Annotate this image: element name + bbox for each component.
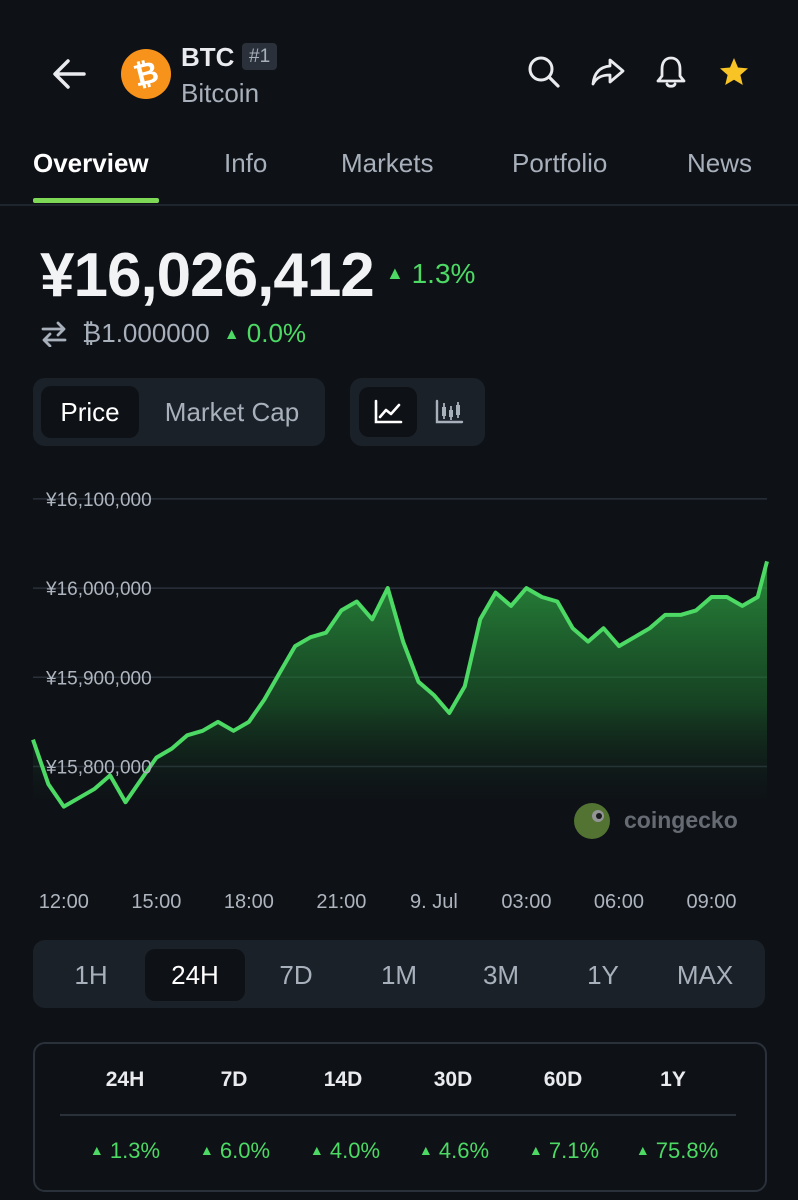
star-icon bbox=[720, 58, 748, 85]
tab-divider bbox=[0, 204, 798, 206]
perf-value-14d: ▲ 4.0% bbox=[309, 1138, 381, 1163]
range-1y[interactable]: 1Y bbox=[553, 949, 653, 1001]
x-tick-label: 09:00 bbox=[686, 891, 736, 913]
price-area-fill bbox=[33, 561, 767, 820]
perf-header-60d: 60D bbox=[543, 1068, 583, 1091]
btc-change: ▲ 0.0% bbox=[223, 318, 307, 348]
perf-value-30d: ▲ 4.6% bbox=[418, 1138, 490, 1163]
watermark-text: coingecko bbox=[624, 807, 738, 833]
y-tick-label: ¥16,100,000 bbox=[45, 490, 152, 511]
performance-table bbox=[33, 1042, 767, 1192]
y-tick-label: ¥15,800,000 bbox=[45, 757, 152, 778]
x-tick-label: 15:00 bbox=[131, 891, 181, 913]
share-icon bbox=[591, 58, 625, 86]
btc-price: ₿1.000000 bbox=[82, 318, 210, 348]
tab-info[interactable]: Info bbox=[224, 148, 267, 179]
swap-icon bbox=[41, 321, 67, 347]
active-tab-indicator bbox=[33, 198, 159, 203]
x-tick-label: 9. Jul bbox=[410, 891, 458, 913]
range-1h[interactable]: 1H bbox=[41, 949, 141, 1001]
perf-header-30d: 30D bbox=[433, 1068, 473, 1091]
tab-portfolio[interactable]: Portfolio bbox=[512, 148, 607, 179]
share-button[interactable] bbox=[588, 52, 628, 92]
perf-header-14d: 14D bbox=[323, 1068, 363, 1091]
rank-badge: #1 bbox=[242, 43, 278, 70]
perf-value-60d: ▲ 7.1% bbox=[528, 1138, 600, 1163]
y-tick-label: ¥15,900,000 bbox=[45, 668, 152, 689]
perf-divider bbox=[60, 1114, 736, 1116]
perf-header-1y: 1Y bbox=[660, 1068, 686, 1091]
coin-name: Bitcoin bbox=[181, 78, 260, 108]
tab-markets[interactable]: Markets bbox=[341, 148, 433, 179]
tab-news[interactable]: News bbox=[687, 148, 752, 179]
y-tick-label: ¥16,000,000 bbox=[45, 579, 152, 600]
coingecko-watermark: coingecko bbox=[574, 803, 738, 839]
up-triangle-icon: ▲ bbox=[528, 1142, 543, 1158]
up-triangle-icon: ▲ bbox=[89, 1142, 104, 1158]
alert-button[interactable] bbox=[651, 52, 691, 92]
range-3m[interactable]: 3M bbox=[451, 949, 551, 1001]
up-triangle-icon: ▲ bbox=[418, 1142, 433, 1158]
price-chart-svg: ¥16,100,000 ¥16,000,000 ¥15,900,000 ¥15,800… bbox=[31, 490, 769, 913]
up-triangle-icon: ▲ bbox=[223, 326, 240, 343]
up-triangle-icon: ▲ bbox=[635, 1142, 650, 1158]
market-cap-toggle[interactable]: Market Cap bbox=[147, 386, 317, 438]
price-toggle[interactable]: Price bbox=[41, 386, 139, 438]
back-button[interactable] bbox=[48, 52, 92, 96]
bitcoin-logo: ₿ bbox=[121, 49, 171, 99]
current-price: ¥16,026,412 bbox=[40, 241, 375, 310]
x-tick-label: 12:00 bbox=[39, 891, 89, 913]
range-24h[interactable]: 24H bbox=[145, 949, 245, 1001]
up-triangle-icon: ▲ bbox=[199, 1142, 214, 1158]
x-tick-label: 06:00 bbox=[594, 891, 644, 913]
btc-price-row: ₿1.000000 ▲ 0.0% bbox=[40, 318, 306, 349]
range-max[interactable]: MAX bbox=[655, 949, 755, 1001]
perf-value-7d: ▲ 6.0% bbox=[199, 1138, 271, 1163]
line-chart-button[interactable] bbox=[359, 387, 417, 437]
search-icon bbox=[528, 56, 560, 88]
price-chart[interactable]: ¥16,100,000 ¥16,000,000 ¥15,900,000 ¥15,800… bbox=[0, 490, 798, 920]
perf-header-24h: 24H bbox=[105, 1068, 145, 1091]
perf-value-1y: ▲ 75.8% bbox=[635, 1138, 719, 1163]
perf-header-7d: 7D bbox=[220, 1068, 248, 1091]
line-chart-icon bbox=[374, 399, 403, 424]
back-arrow-icon bbox=[53, 59, 86, 89]
coin-symbol: BTC bbox=[181, 42, 235, 72]
up-triangle-icon: ▲ bbox=[309, 1142, 324, 1158]
search-button[interactable] bbox=[524, 52, 564, 92]
favorite-button[interactable] bbox=[714, 52, 754, 92]
up-triangle-icon: ▲ bbox=[386, 263, 404, 283]
candlestick-button[interactable] bbox=[420, 387, 478, 437]
tab-overview[interactable]: Overview bbox=[33, 148, 149, 179]
x-tick-label: 21:00 bbox=[316, 891, 366, 913]
x-tick-label: 18:00 bbox=[224, 891, 274, 913]
range-1m[interactable]: 1M bbox=[349, 949, 449, 1001]
x-tick-label: 03:00 bbox=[501, 891, 551, 913]
bell-icon bbox=[656, 56, 686, 88]
candlestick-icon bbox=[435, 399, 464, 424]
range-7d[interactable]: 7D bbox=[246, 949, 346, 1001]
price-change: ▲ 1.3% bbox=[386, 258, 476, 289]
perf-value-24h: ▲ 1.3% bbox=[89, 1138, 161, 1163]
